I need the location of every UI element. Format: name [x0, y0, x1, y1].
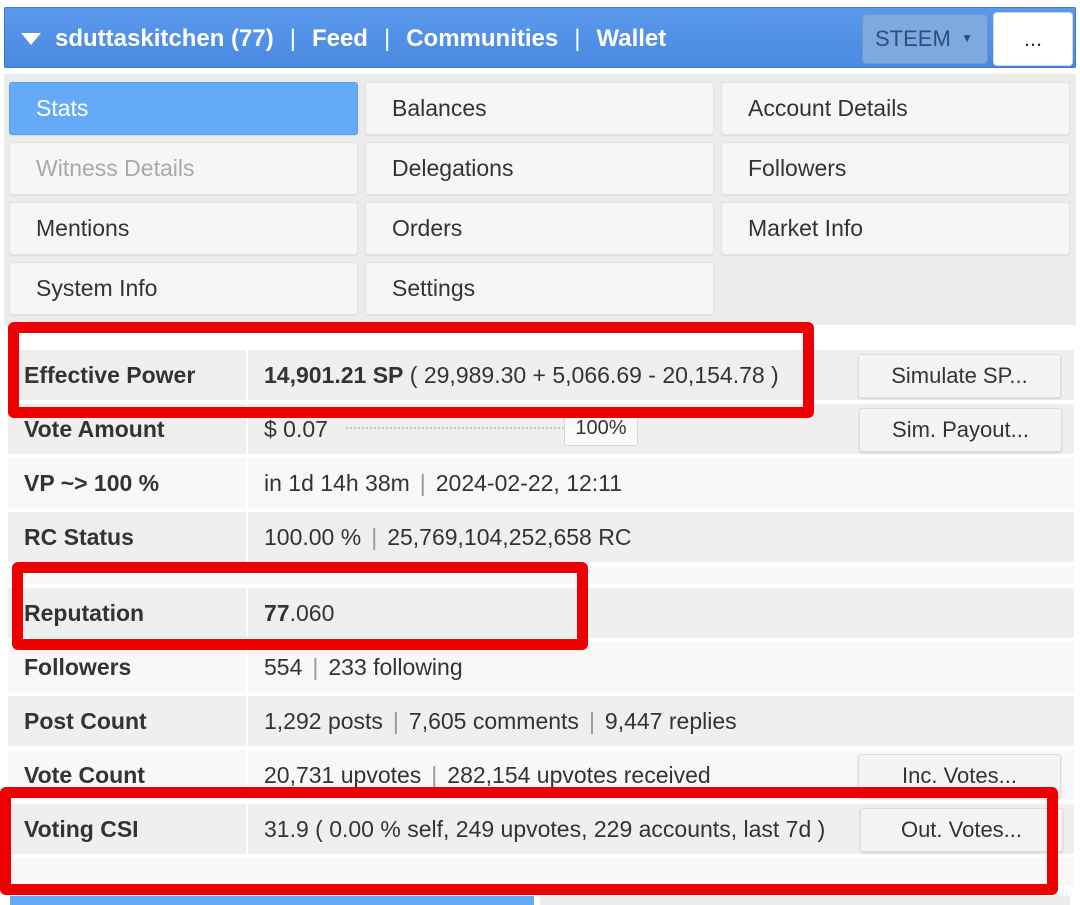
- vote-amount-value: $ 0.07: [264, 415, 328, 442]
- tab-balances[interactable]: Balances: [365, 82, 714, 135]
- tab-settings[interactable]: Settings: [365, 262, 714, 315]
- tab-mentions[interactable]: Mentions: [9, 202, 358, 255]
- top-nav: sduttaskitchen (77) | Feed | Communities…: [21, 8, 666, 69]
- stat-row-vote-amount: Vote Amount $ 0.07 100% Sim. Payout...: [8, 404, 1074, 456]
- vote-weight-input[interactable]: 100%: [564, 410, 638, 446]
- stat-label: RC Status: [8, 512, 248, 562]
- reply-count: 9,447 replies: [604, 707, 737, 734]
- stat-row-rc-status: RC Status 100.00 % | 25,769,104,252,658 …: [8, 512, 1074, 564]
- tab-market-info[interactable]: Market Info: [721, 202, 1070, 255]
- stat-spacer: [8, 858, 1074, 888]
- vp-eta: in 1d 14h 38m: [264, 469, 410, 496]
- stat-label: Followers: [8, 642, 248, 692]
- stat-row-reputation: Reputation 77 .060: [8, 588, 1074, 640]
- stat-value: 77 .060: [264, 588, 334, 638]
- stat-label: Vote Amount: [8, 404, 248, 454]
- stat-label: Effective Power: [8, 350, 248, 400]
- stat-label: VP ~> 100 %: [8, 458, 248, 508]
- stat-value: 20,731 upvotes | 282,154 upvotes receive…: [264, 750, 711, 800]
- nav-separator: |: [383, 24, 391, 52]
- rc-percent: 100.00 %: [264, 523, 362, 550]
- stat-label: Reputation: [8, 588, 248, 638]
- stat-value: 14,901.21 SP ( 29,989.30 + 5,066.69 - 20…: [264, 350, 779, 400]
- value-separator: |: [312, 653, 319, 680]
- more-button[interactable]: ...: [993, 12, 1073, 66]
- nav-communities-link[interactable]: Communities: [406, 25, 558, 53]
- nav-wallet-link[interactable]: Wallet: [596, 25, 666, 53]
- stat-row-voting-csi: Voting CSI 31.9 ( 0.00 % self, 249 upvot…: [8, 804, 1074, 856]
- stat-row-effective-power: Effective Power 14,901.21 SP ( 29,989.30…: [8, 350, 1074, 402]
- stat-row-post-count: Post Count 1,292 posts | 7,605 comments …: [8, 696, 1074, 748]
- chain-select[interactable]: STEEM ▼: [862, 14, 988, 64]
- dropdown-arrow-icon: ▼: [961, 31, 973, 45]
- value-separator: |: [431, 761, 438, 788]
- effective-power-sp: 14,901.21 SP: [264, 361, 404, 388]
- post-count: 1,292 posts: [264, 707, 383, 734]
- followers-count: 554: [264, 653, 303, 680]
- value-separator: |: [419, 469, 426, 496]
- sim-payout-button[interactable]: Sim. Payout...: [859, 408, 1062, 452]
- following-count: 233 following: [328, 653, 463, 680]
- vp-datetime: 2024-02-22, 12:11: [435, 469, 623, 496]
- tab-system-info[interactable]: System Info: [9, 262, 358, 315]
- value-separator: |: [392, 707, 399, 734]
- stat-label: Vote Count: [8, 750, 248, 800]
- inc-votes-button[interactable]: Inc. Votes...: [858, 754, 1061, 798]
- bottom-tab-active[interactable]: [10, 896, 534, 905]
- value-separator: |: [588, 707, 595, 734]
- stat-row-vote-count: Vote Count 20,731 upvotes | 282,154 upvo…: [8, 750, 1074, 802]
- stat-label: Post Count: [8, 696, 248, 746]
- top-navigation-bar: sduttaskitchen (77) | Feed | Communities…: [4, 7, 1076, 68]
- comment-count: 7,605 comments: [408, 707, 579, 734]
- upvotes-received: 282,154 upvotes received: [447, 761, 711, 788]
- chain-select-value: STEEM: [875, 26, 951, 51]
- stat-value: in 1d 14h 38m | 2024-02-22, 12:11: [264, 458, 622, 508]
- account-link[interactable]: sduttaskitchen (77): [55, 25, 274, 53]
- tab-followers[interactable]: Followers: [721, 142, 1070, 195]
- tab-stats[interactable]: Stats: [9, 82, 358, 135]
- tab-orders[interactable]: Orders: [365, 202, 714, 255]
- nav-separator: |: [574, 24, 581, 52]
- nav-feed-link[interactable]: Feed: [312, 25, 368, 53]
- stat-value: 100.00 % | 25,769,104,252,658 RC: [264, 512, 631, 562]
- value-separator: |: [371, 523, 378, 550]
- stat-row-vp: VP ~> 100 % in 1d 14h 38m | 2024-02-22, …: [8, 458, 1074, 510]
- upvote-count: 20,731 upvotes: [264, 761, 422, 788]
- voting-csi-value: 31.9 ( 0.00 % self, 249 upvotes, 229 acc…: [264, 815, 826, 842]
- reputation-whole: 77: [264, 599, 290, 626]
- bottom-tab[interactable]: [540, 896, 1070, 905]
- tab-delegations[interactable]: Delegations: [365, 142, 714, 195]
- tab-witness-details: Witness Details: [9, 142, 358, 195]
- vote-weight-slider[interactable]: [346, 427, 564, 429]
- reputation-fraction: .060: [289, 599, 335, 626]
- caret-down-icon[interactable]: [21, 32, 41, 45]
- stat-row-followers: Followers 554 | 233 following: [8, 642, 1074, 694]
- nav-separator: |: [289, 24, 296, 52]
- effective-power-breakdown: ( 29,989.30 + 5,066.69 - 20,154.78 ): [403, 361, 779, 388]
- stat-spacer: [8, 566, 1074, 586]
- stat-value: 1,292 posts | 7,605 comments | 9,447 rep…: [264, 696, 737, 746]
- tab-grid: Stats Balances Account Details Witness D…: [4, 74, 1076, 325]
- tab-account-details[interactable]: Account Details: [721, 82, 1070, 135]
- stat-label: Voting CSI: [8, 804, 248, 854]
- rc-amount: 25,769,104,252,658 RC: [387, 523, 632, 550]
- stat-value: 554 | 233 following: [264, 642, 463, 692]
- simulate-sp-button[interactable]: Simulate SP...: [858, 354, 1061, 398]
- out-votes-button[interactable]: Out. Votes...: [860, 808, 1063, 852]
